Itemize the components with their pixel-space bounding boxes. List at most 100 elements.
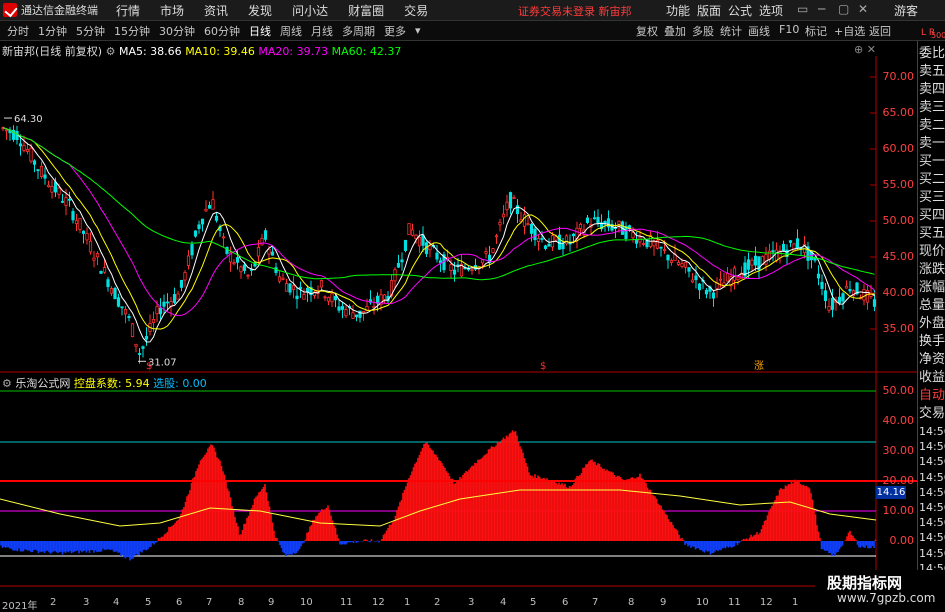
candle-body <box>501 213 506 218</box>
mark-button[interactable]: 标记 <box>805 23 827 39</box>
date-tick: 7 <box>206 597 213 608</box>
candle-body <box>36 169 40 172</box>
menu-trade[interactable]: 交易 <box>404 2 428 19</box>
tab-weekly[interactable]: 周线 <box>276 23 306 39</box>
adjust-button[interactable]: 复权 <box>636 23 658 39</box>
quote-row-label: 总量 <box>919 298 945 313</box>
candle-body <box>526 223 530 226</box>
candle-body <box>375 295 380 304</box>
menu-quotes[interactable]: 行情 <box>116 2 140 19</box>
candle-body <box>123 308 128 315</box>
period-toolbar: 分时 1分钟 5分钟 15分钟 30分钟 60分钟 日线 周线 月线 多周期 更… <box>0 21 945 41</box>
candle-body <box>144 336 149 340</box>
quote-row-label: 买五 <box>919 226 945 241</box>
minimize-icon[interactable]: ─ <box>818 2 825 16</box>
candle-body <box>508 192 513 209</box>
menu-formula[interactable]: 公式 <box>728 2 752 19</box>
candle-body <box>67 198 72 201</box>
back-button[interactable]: 返回 <box>869 23 891 39</box>
candle-body <box>29 147 33 162</box>
tab-15min[interactable]: 15分钟 <box>110 23 154 39</box>
add-watchlist-button[interactable]: +自选 <box>834 23 865 39</box>
menu-market[interactable]: 市场 <box>160 2 184 19</box>
candle-body <box>449 264 453 271</box>
candle-body <box>127 316 131 319</box>
watermark-title: 股期指标网 <box>827 574 903 592</box>
control-coef-label: 控盘系数: <box>73 377 122 390</box>
candle-body <box>43 174 47 179</box>
ma5-value: MA5: 38.66 <box>118 45 182 58</box>
date-tick: 11 <box>728 597 741 608</box>
main-legend: 新宙邦(日线 前复权) ⚙ MA5: 38.66 MA10: 39.46 MA2… <box>2 43 401 59</box>
pick-value: 0.00 <box>182 377 207 390</box>
candle-body <box>662 249 667 251</box>
candle-body <box>165 301 170 304</box>
candle-body <box>326 297 331 302</box>
quote-row-label: 涨跌 <box>919 262 945 277</box>
candle-body <box>547 243 551 247</box>
settings-icon[interactable]: ⚙ <box>2 377 12 390</box>
menu-news[interactable]: 资讯 <box>204 2 228 19</box>
indicator-tick: 10.00 <box>882 504 915 517</box>
stats-button[interactable]: 统计 <box>720 23 742 39</box>
candle-body <box>78 218 82 230</box>
f10-button[interactable]: F10 <box>779 23 799 36</box>
date-tick: 2021年 <box>2 601 38 612</box>
tab-intraday[interactable]: 分时 <box>3 23 33 39</box>
tab-daily[interactable]: 日线 <box>245 23 275 39</box>
tab-monthly[interactable]: 月线 <box>307 23 337 39</box>
candle-body <box>102 267 107 273</box>
tab-30min[interactable]: 30分钟 <box>155 23 199 39</box>
candle-body <box>400 259 404 263</box>
candle-body <box>725 273 730 282</box>
login-warning[interactable]: 证券交易未登录 新宙邦 <box>518 3 632 19</box>
quote-row-label: 收益 <box>919 370 945 385</box>
candle-body <box>319 280 324 288</box>
candle-body <box>718 278 723 281</box>
tab-60min[interactable]: 60分钟 <box>200 23 244 39</box>
menu-discover[interactable]: 发现 <box>248 2 272 19</box>
candle-body <box>631 232 635 239</box>
menu-ask[interactable]: 问小达 <box>292 2 328 19</box>
candle-body <box>666 254 670 261</box>
panel-close-icons[interactable]: ⊕ ✕ <box>854 43 876 56</box>
date-tick: 9 <box>268 597 275 608</box>
candle-body <box>333 295 338 301</box>
candle-body <box>484 251 488 254</box>
tab-more[interactable]: 更多 <box>380 23 410 39</box>
ma60-value: MA60: 42.37 <box>331 45 402 58</box>
tab-1min[interactable]: 1分钟 <box>34 23 71 39</box>
candle-body <box>246 274 250 277</box>
guest-label[interactable]: 游客 <box>894 2 918 19</box>
tab-multi-period[interactable]: 多周期 <box>338 23 379 39</box>
close-icon[interactable]: ✕ <box>858 2 868 16</box>
menu-wealth[interactable]: 财富圈 <box>348 2 384 19</box>
quote-row-label: 卖一 <box>919 136 945 151</box>
menu-layout[interactable]: 版面 <box>697 2 721 19</box>
candle-body <box>596 216 600 224</box>
candle-body <box>22 144 26 151</box>
draw-line-button[interactable]: 画线 <box>748 23 770 39</box>
menu-function[interactable]: 功能 <box>666 2 690 19</box>
overlay-button[interactable]: 叠加 <box>664 23 686 39</box>
more-dropdown-icon[interactable]: ▾ <box>411 24 425 37</box>
quote-row-label: 换手 <box>919 334 945 349</box>
kline-chart[interactable]: 64.3031.07$ $ 涨 <box>0 41 917 609</box>
settings-icon[interactable]: ⚙ <box>106 45 116 58</box>
date-tick: 10 <box>300 597 313 608</box>
menu-options[interactable]: 选项 <box>759 2 783 19</box>
tab-5min[interactable]: 5分钟 <box>72 23 109 39</box>
skin-icon[interactable]: ▭ <box>797 2 808 16</box>
candle-body <box>578 224 583 229</box>
quote-row-label: 14:56 <box>919 531 945 545</box>
multi-stock-button[interactable]: 多股 <box>692 23 714 39</box>
stock-title: 新宙邦(日线 前复权) <box>2 45 103 58</box>
maximize-icon[interactable]: ▢ <box>838 2 849 16</box>
candle-body <box>57 187 61 195</box>
candle-body <box>354 314 359 318</box>
price-tick: 35.00 <box>882 322 915 335</box>
candle-body <box>337 306 341 311</box>
candle-body <box>494 235 499 238</box>
candle-body <box>242 264 247 271</box>
pick-label: 选股: <box>153 377 179 390</box>
